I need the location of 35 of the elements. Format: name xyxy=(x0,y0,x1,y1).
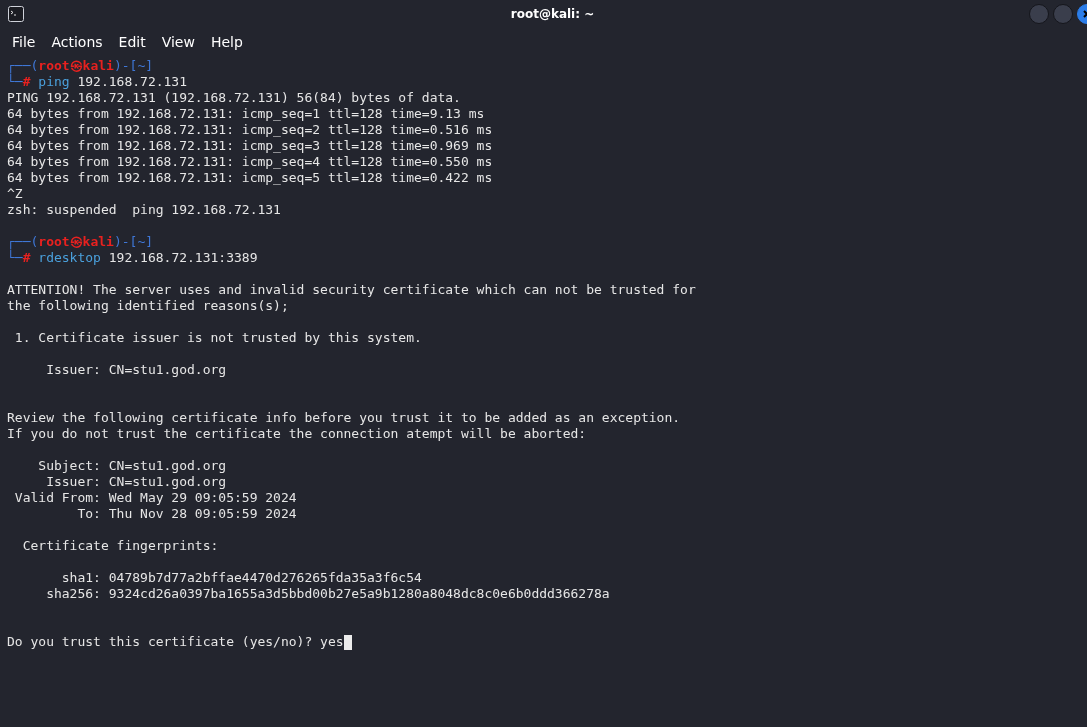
terminal-line: 64 bytes from 192.168.72.131: icmp_seq=4 ttl=128 time=0.550 ms xyxy=(7,154,493,170)
terminal-line: Issuer: CN=stu1.god.org xyxy=(45,362,227,378)
menu-item[interactable]: Actions xyxy=(43,34,111,50)
menu-item[interactable]: Edit xyxy=(110,34,154,50)
menu-item[interactable]: File xyxy=(4,34,44,50)
terminal-line: ^Z xyxy=(7,186,23,202)
window-title: root@kali: ~ xyxy=(510,7,595,21)
terminal-line: └─# ping 192.168.72.131 xyxy=(7,74,188,90)
terminal-line: PING 192.168.72.131 (192.168.72.131) 56(84) bytes of data. xyxy=(7,90,461,106)
terminal-line: sha256: 9324cd26a0397ba1655a3d5bbd00b27e5a9b1280a8048dc8c0e6b0ddd366278a xyxy=(45,586,610,602)
terminal-line: └─# rdesktop 192.168.72.131:3389 xyxy=(7,250,258,266)
terminal-line: To: Thu Nov 28 09:05:59 2024 xyxy=(76,506,297,522)
terminal-line: zsh: suspended ping 192.168.72.131 xyxy=(7,202,281,218)
terminal-line: 64 bytes from 192.168.72.131: icmp_seq=1 ttl=128 time=9.13 ms xyxy=(7,106,485,122)
menu-item[interactable]: View xyxy=(153,34,203,50)
terminal-line: ┌──(root㉿kali)-[~] xyxy=(7,234,154,250)
terminal-line: the following identified reasons(s); xyxy=(7,298,289,314)
terminal-line: Review the following certificate info before you trust it to be added as an exception. xyxy=(7,410,681,426)
terminal-line: 1. Certificate issuer is not trusted by this system. xyxy=(13,330,422,346)
terminal-line: Certificate fingerprints: xyxy=(21,538,219,554)
terminal-line: ATTENTION! The server uses and invalid security certificate which can not be trusted for xyxy=(7,282,696,298)
terminal-line: Do you trust this certificate (yes/no)? yes xyxy=(7,634,344,650)
terminal-line: ┌──(root㉿kali)-[~] xyxy=(7,58,154,74)
terminal-line: Issuer: CN=stu1.god.org xyxy=(45,474,227,490)
menu-item[interactable]: Help xyxy=(202,34,251,50)
minimize-button[interactable] xyxy=(1029,4,1049,24)
terminal-line: 64 bytes from 192.168.72.131: icmp_seq=2 ttl=128 time=0.516 ms xyxy=(7,122,493,138)
terminal-line: 64 bytes from 192.168.72.131: icmp_seq=5 ttl=128 time=0.422 ms xyxy=(7,170,493,186)
terminal-line: sha1: 04789b7d77a2bffae4470d276265fda35a3f6c54 xyxy=(60,570,422,586)
terminal-line: 64 bytes from 192.168.72.131: icmp_seq=3 ttl=128 time=0.969 ms xyxy=(7,138,493,154)
terminal-line: If you do not trust the certificate the connection atempt will be aborted: xyxy=(7,426,587,442)
terminal-line: Valid From: Wed May 29 09:05:59 2024 xyxy=(13,490,297,506)
terminal-icon xyxy=(8,6,24,22)
terminal-line: Subject: CN=stu1.god.org xyxy=(37,458,227,474)
cursor xyxy=(343,634,352,650)
